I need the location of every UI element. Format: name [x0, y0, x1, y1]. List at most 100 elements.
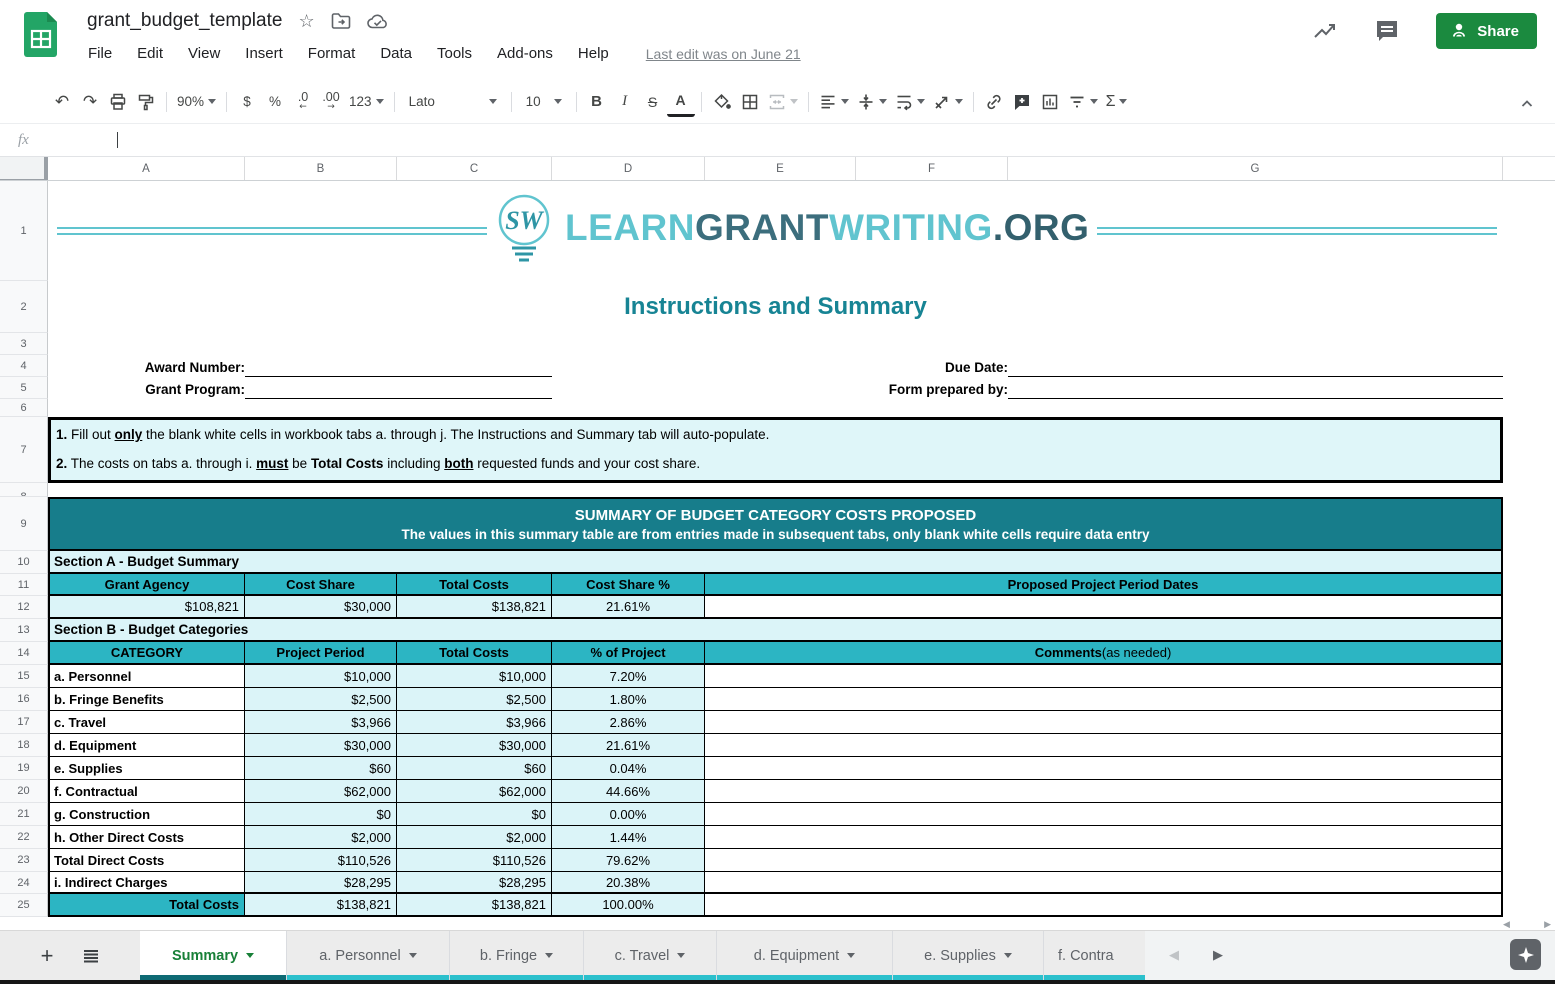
document-title[interactable]: grant_budget_template — [87, 10, 282, 32]
increase-decimal-button[interactable]: .00→ — [317, 87, 345, 117]
total-project-period[interactable]: $138,821 — [245, 894, 397, 915]
pct-cell[interactable]: 0.04% — [552, 757, 705, 779]
menu-tools[interactable]: Tools — [437, 45, 472, 62]
scroll-right-icon[interactable]: ▶ — [1544, 919, 1551, 930]
decrease-decimal-button[interactable]: .0← — [289, 87, 317, 117]
comment-cell[interactable] — [705, 803, 1503, 825]
zoom-select[interactable]: 90% — [173, 87, 220, 117]
row-header[interactable]: 8 — [0, 483, 48, 497]
borders-button[interactable] — [736, 87, 764, 117]
row-header[interactable]: 7 — [0, 417, 48, 483]
total-costs-value[interactable]: $138,821 — [397, 596, 552, 617]
row-header[interactable]: 21 — [0, 803, 48, 826]
header-comments[interactable]: Comments (as needed) — [705, 642, 1503, 663]
total-costs-cell[interactable]: $3,966 — [397, 711, 552, 733]
horizontal-scrollbar[interactable]: ◀ ▶ — [1503, 917, 1551, 931]
row-header[interactable]: 23 — [0, 849, 48, 872]
pct-cell[interactable]: 0.00% — [552, 803, 705, 825]
row-header[interactable]: 10 — [0, 551, 48, 574]
row-header[interactable]: 11 — [0, 574, 48, 596]
row-header[interactable]: 13 — [0, 619, 48, 642]
comment-cell[interactable] — [705, 780, 1503, 802]
total-costs-cell[interactable]: $0 — [397, 803, 552, 825]
all-sheets-button[interactable] — [83, 949, 99, 963]
text-wrap-button[interactable] — [891, 87, 929, 117]
grant-program-input-line[interactable] — [245, 381, 552, 399]
category-cell[interactable]: e. Supplies — [48, 757, 245, 779]
comment-cell[interactable] — [705, 849, 1503, 871]
row-header[interactable]: 19 — [0, 757, 48, 780]
vertical-align-button[interactable] — [853, 87, 891, 117]
header-project-period[interactable]: Project Period — [245, 642, 397, 663]
tab-fringe[interactable]: b. Fringe — [449, 931, 583, 980]
project-period-cell[interactable]: $30,000 — [245, 734, 397, 756]
header-cost-share[interactable]: Cost Share — [245, 574, 397, 594]
tab-scroll-left-icon[interactable]: ◀ — [1169, 948, 1179, 963]
menu-edit[interactable]: Edit — [137, 45, 163, 62]
tab-contractual[interactable]: f. Contra — [1043, 931, 1145, 980]
row-header[interactable]: 22 — [0, 826, 48, 849]
project-period-dates-cell[interactable] — [705, 596, 1503, 617]
row-header[interactable]: 12 — [0, 596, 48, 619]
row-header[interactable]: 17 — [0, 711, 48, 734]
sheets-app-icon[interactable] — [24, 11, 58, 58]
row-header[interactable]: 16 — [0, 688, 48, 711]
total-costs-cell[interactable]: $62,000 — [397, 780, 552, 802]
menu-view[interactable]: View — [188, 45, 220, 62]
collapse-toolbar-button[interactable] — [1513, 89, 1541, 119]
header-grant-agency[interactable]: Grant Agency — [48, 574, 245, 594]
total-costs-cell[interactable]: $28,295 — [397, 872, 552, 892]
comment-cell[interactable] — [705, 665, 1503, 687]
font-select[interactable]: Lato — [401, 87, 505, 117]
row-header[interactable]: 15 — [0, 665, 48, 688]
total-pct[interactable]: 100.00% — [552, 894, 705, 915]
row-header[interactable]: 2 — [0, 281, 48, 333]
select-all-corner[interactable] — [0, 157, 48, 180]
header-pct-of-project[interactable]: % of Project — [552, 642, 705, 663]
comment-cell[interactable] — [705, 757, 1503, 779]
redo-button[interactable]: ↷ — [76, 87, 104, 117]
cost-share-pct-value[interactable]: 21.61% — [552, 596, 705, 617]
functions-button[interactable]: Σ — [1102, 87, 1132, 117]
total-costs-cell[interactable]: $2,500 — [397, 688, 552, 710]
create-filter-button[interactable] — [1064, 87, 1102, 117]
category-cell[interactable]: d. Equipment — [48, 734, 245, 756]
project-period-cell[interactable]: $10,000 — [245, 665, 397, 687]
pct-cell[interactable]: 21.61% — [552, 734, 705, 756]
column-header-b[interactable]: B — [245, 157, 397, 180]
project-period-cell[interactable]: $28,295 — [245, 872, 397, 892]
strikethrough-button[interactable]: S — [639, 87, 667, 117]
row-header[interactable]: 1 — [0, 181, 48, 281]
total-costs-cell[interactable]: $2,000 — [397, 826, 552, 848]
paint-format-button[interactable] — [132, 87, 160, 117]
comment-history-icon[interactable] — [1374, 18, 1400, 44]
comment-cell[interactable] — [705, 734, 1503, 756]
print-button[interactable] — [104, 87, 132, 117]
merge-cells-button[interactable] — [764, 87, 802, 117]
total-total-costs[interactable]: $138,821 — [397, 894, 552, 915]
undo-button[interactable]: ↶ — [48, 87, 76, 117]
project-period-cell[interactable]: $3,966 — [245, 711, 397, 733]
total-costs-cell[interactable]: $110,526 — [397, 849, 552, 871]
cloud-saved-icon[interactable] — [367, 13, 389, 30]
scroll-left-icon[interactable]: ◀ — [1503, 919, 1510, 930]
font-size-select[interactable]: 10 — [518, 87, 570, 117]
row-header[interactable]: 5 — [0, 377, 48, 399]
category-cell[interactable]: i. Indirect Charges — [48, 872, 245, 892]
text-rotation-button[interactable] — [929, 87, 967, 117]
tab-personnel[interactable]: a. Personnel — [286, 931, 449, 980]
category-cell[interactable]: b. Fringe Benefits — [48, 688, 245, 710]
more-formats-button[interactable]: 123 — [345, 87, 388, 117]
move-folder-icon[interactable] — [331, 12, 351, 30]
column-header-e[interactable]: E — [705, 157, 856, 180]
project-period-cell[interactable]: $60 — [245, 757, 397, 779]
section-a-label[interactable]: Section A - Budget Summary — [48, 551, 1503, 574]
category-cell[interactable]: a. Personnel — [48, 665, 245, 687]
total-costs-label[interactable]: Total Costs — [48, 894, 245, 915]
insert-link-button[interactable] — [980, 87, 1008, 117]
column-header-d[interactable]: D — [552, 157, 705, 180]
share-button[interactable]: Share — [1436, 13, 1537, 49]
horizontal-align-button[interactable] — [815, 87, 853, 117]
project-period-cell[interactable]: $0 — [245, 803, 397, 825]
formula-bar[interactable]: fx — [0, 124, 1555, 157]
